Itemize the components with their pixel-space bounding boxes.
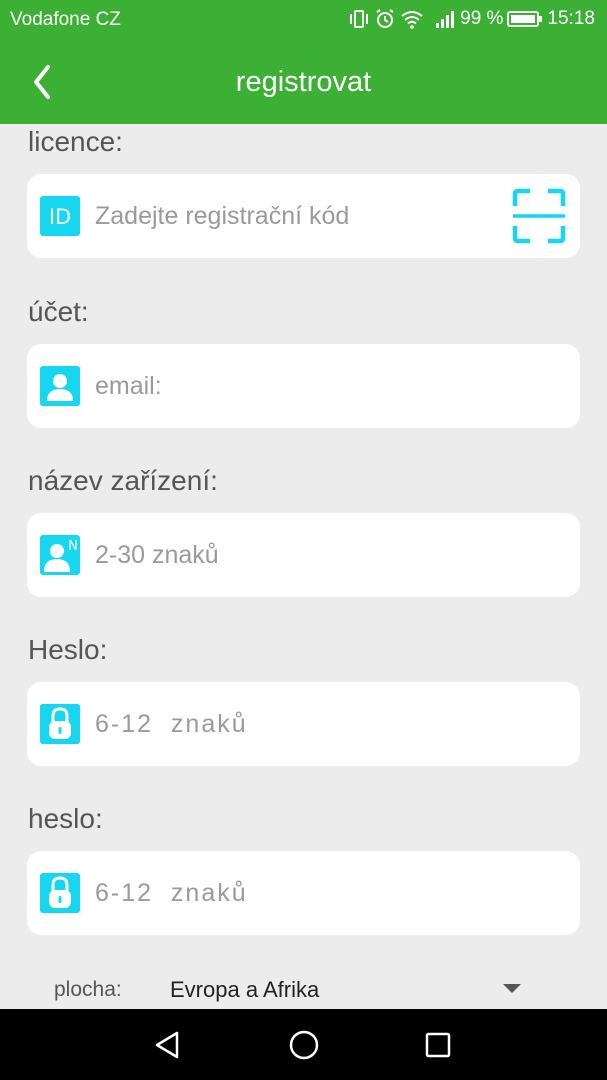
password-label: Heslo: — [28, 634, 108, 665]
device-name-field: N — [27, 513, 580, 597]
nav-home-icon — [289, 1030, 319, 1060]
scan-qr-button[interactable] — [512, 188, 566, 244]
nav-recents-icon — [425, 1032, 451, 1058]
license-label: licence: — [28, 126, 123, 157]
id-icon: ID — [40, 196, 80, 236]
nav-recents-button[interactable] — [418, 1025, 458, 1065]
region-select[interactable]: plocha: Evropa a Afrika — [0, 962, 607, 1010]
user-icon — [40, 366, 80, 406]
password-input[interactable] — [95, 696, 505, 752]
device-name-input[interactable] — [95, 527, 505, 583]
device-name-label: název zařízení: — [28, 465, 218, 496]
lock-icon — [40, 704, 80, 744]
page-title: registrovat — [235, 66, 372, 98]
status-icons: 99 % 15:18 — [348, 8, 595, 30]
password-confirm-input[interactable] — [95, 865, 505, 921]
status-bar: Vodafone CZ 99 % 15:18 — [0, 0, 607, 40]
lock-icon — [40, 873, 80, 913]
registration-form: licence: ID účet: název — [0, 124, 607, 1009]
system-nav-bar — [0, 1009, 607, 1080]
nav-back-button[interactable] — [149, 1025, 189, 1065]
nav-back-icon — [155, 1031, 179, 1059]
region-value: Evropa a Afrika — [170, 977, 320, 1002]
vibrate-icon — [350, 10, 369, 28]
password-confirm-field — [27, 851, 580, 935]
nav-home-button[interactable] — [284, 1025, 324, 1065]
email-input[interactable] — [95, 358, 505, 414]
battery-icon — [507, 11, 543, 27]
dropdown-caret-icon — [503, 984, 521, 993]
password-field — [27, 682, 580, 766]
icon-badge: N — [68, 539, 78, 554]
signal-icon — [436, 11, 455, 28]
password-confirm-label: heslo: — [28, 803, 103, 834]
account-field — [27, 344, 580, 428]
battery-percent: 99 % — [460, 8, 504, 29]
scan-qr-icon — [512, 188, 566, 244]
alarm-icon — [376, 9, 394, 28]
carrier-name: Vodafone CZ — [10, 9, 121, 30]
region-label: plocha: — [54, 978, 122, 1001]
user-name-icon: N — [40, 535, 80, 575]
license-input[interactable] — [95, 188, 505, 244]
app-bar: registrovat — [0, 40, 607, 124]
account-label: účet: — [28, 296, 89, 327]
svg-text:ID: ID — [49, 205, 71, 229]
clock: 15:18 — [547, 8, 595, 29]
wifi-icon — [401, 11, 423, 29]
license-field: ID — [27, 174, 580, 258]
